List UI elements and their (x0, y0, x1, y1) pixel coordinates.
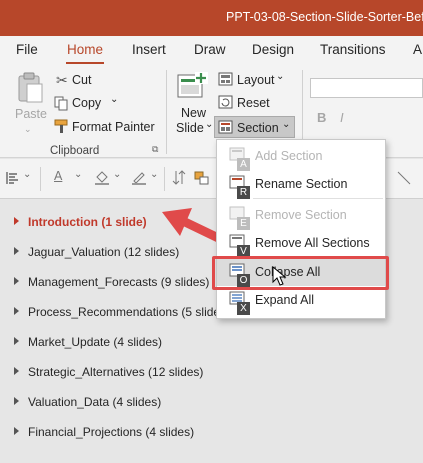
section-market-update[interactable]: Market_Update (4 slides) (0, 333, 200, 353)
expand-triangle-icon[interactable] (14, 367, 19, 375)
new-slide-dropdown-chevron-icon[interactable]: ⌄ (205, 119, 213, 130)
shape-outline-dropdown-chevron-icon[interactable]: ⌄ (150, 169, 158, 180)
menu-item-label: Remove All Sections (255, 236, 370, 250)
tab-insert[interactable]: Insert (132, 42, 166, 57)
section-management-forecasts[interactable]: Management_Forecasts (9 slides) (0, 273, 210, 293)
paste-dropdown-chevron-icon[interactable]: ⌄ (24, 124, 32, 135)
section-button-label: Section (237, 121, 279, 135)
access-key-badge: R (237, 186, 250, 199)
expand-triangle-icon[interactable] (14, 427, 19, 435)
copy-dropdown-chevron-icon[interactable]: ⌄ (110, 94, 118, 105)
menu-item-expand-all[interactable]: X Expand All (217, 286, 385, 315)
tab-design[interactable]: Design (252, 42, 294, 57)
shape-outline-icon[interactable] (131, 170, 147, 186)
section-dropdown-chevron-icon[interactable]: ⌄ (282, 119, 290, 130)
new-slide-icon[interactable] (177, 72, 209, 102)
expand-triangle-icon[interactable] (14, 337, 19, 345)
tab-transitions[interactable]: Transitions (320, 42, 386, 57)
tab-file[interactable]: File (16, 42, 38, 57)
paste-button[interactable]: Paste (15, 107, 47, 121)
reset-icon (218, 95, 233, 109)
font-color-icon[interactable]: A (54, 169, 62, 183)
sort-icon[interactable] (172, 170, 186, 186)
reset-button[interactable]: Reset (237, 96, 270, 110)
menu-item-remove-all-sections[interactable]: V Remove All Sections (217, 229, 385, 258)
shape-fill-icon[interactable] (94, 170, 110, 186)
expand-triangle-icon[interactable] (14, 217, 19, 225)
font-color-dropdown-chevron-icon[interactable]: ⌄ (74, 169, 82, 180)
format-painter-button[interactable]: Format Painter (72, 120, 155, 134)
expand-triangle-icon[interactable] (14, 247, 19, 255)
menu-item-label: Expand All (255, 293, 315, 307)
toolbar-divider (164, 167, 165, 191)
mouse-pointer-icon (272, 266, 287, 286)
expand-triangle-icon[interactable] (14, 397, 19, 405)
line-shape-icon[interactable] (396, 170, 412, 186)
tab-home[interactable]: Home (67, 42, 103, 57)
new-slide-label-top[interactable]: New (181, 106, 206, 120)
new-slide-button[interactable]: Slide (176, 121, 204, 135)
scissors-icon: ✂ (56, 72, 68, 88)
section-strategic-alternatives[interactable]: Strategic_Alternatives (12 slides) (0, 363, 210, 383)
font-name-box[interactable] (310, 78, 423, 98)
section-label: Financial_Projections (4 slides) (28, 425, 195, 439)
shape-fill-dropdown-chevron-icon[interactable]: ⌄ (113, 169, 121, 180)
section-dropdown-menu: A Add Section R Rename Section E Remove … (216, 139, 386, 319)
menu-item-label: Rename Section (255, 177, 348, 191)
layout-icon (218, 72, 233, 86)
ribbon-tabs: File Home Insert Draw Design Transitions… (0, 36, 423, 64)
clipboard-group-label: Clipboard (50, 145, 100, 157)
section-valuation-data[interactable]: Valuation_Data (4 slides) (0, 393, 200, 413)
section-label: Market_Update (4 slides) (28, 335, 163, 349)
section-label: Strategic_Alternatives (12 slides) (28, 365, 204, 379)
copy-button[interactable]: Copy (72, 96, 101, 110)
tab-animations[interactable]: A (413, 42, 422, 57)
menu-item-label: Remove Section (255, 208, 347, 222)
annotation-highlight-box (212, 256, 389, 290)
title-bar: PPT-03-08-Section-Slide-Sorter-Before (0, 0, 423, 36)
menu-item-add-section[interactable]: A Add Section (217, 142, 385, 171)
group-divider (166, 70, 167, 154)
clipboard-dialog-launcher-icon[interactable]: ⧉ (152, 144, 158, 155)
access-key-badge: X (237, 302, 250, 315)
cut-button[interactable]: Cut (72, 73, 91, 87)
align-dropdown-chevron-icon[interactable]: ⌄ (23, 169, 31, 180)
section-label: Introduction (1 slide) (28, 215, 147, 229)
menu-separator (253, 198, 383, 199)
layout-dropdown-chevron-icon[interactable]: ⌄ (276, 71, 284, 82)
section-label: Management_Forecasts (9 slides) (28, 275, 210, 289)
align-icon[interactable] (6, 171, 20, 185)
section-icon (218, 120, 233, 134)
window-title: PPT-03-08-Section-Slide-Sorter-Before (226, 10, 423, 24)
expand-triangle-icon[interactable] (14, 307, 19, 315)
tab-draw[interactable]: Draw (194, 42, 226, 57)
section-process-recommendations[interactable]: Process_Recommendations (5 slides) (0, 303, 216, 323)
bold-icon[interactable]: B (317, 110, 326, 125)
toolbar-divider (40, 167, 41, 191)
italic-icon[interactable]: I (340, 110, 344, 125)
paste-icon[interactable] (16, 72, 44, 104)
section-label: Process_Recommendations (5 slides) (28, 305, 216, 319)
format-painter-icon (54, 119, 68, 133)
layout-button[interactable]: Layout (237, 73, 275, 87)
menu-item-rename-section[interactable]: R Rename Section (217, 170, 385, 199)
menu-item-remove-section[interactable]: E Remove Section (217, 201, 385, 230)
expand-triangle-icon[interactable] (14, 277, 19, 285)
arrange-icon[interactable] (194, 171, 210, 185)
section-label: Valuation_Data (4 slides) (28, 395, 162, 409)
section-financial-projections[interactable]: Financial_Projections (4 slides) (0, 423, 200, 443)
copy-icon (54, 96, 68, 111)
menu-item-label: Add Section (255, 149, 323, 163)
